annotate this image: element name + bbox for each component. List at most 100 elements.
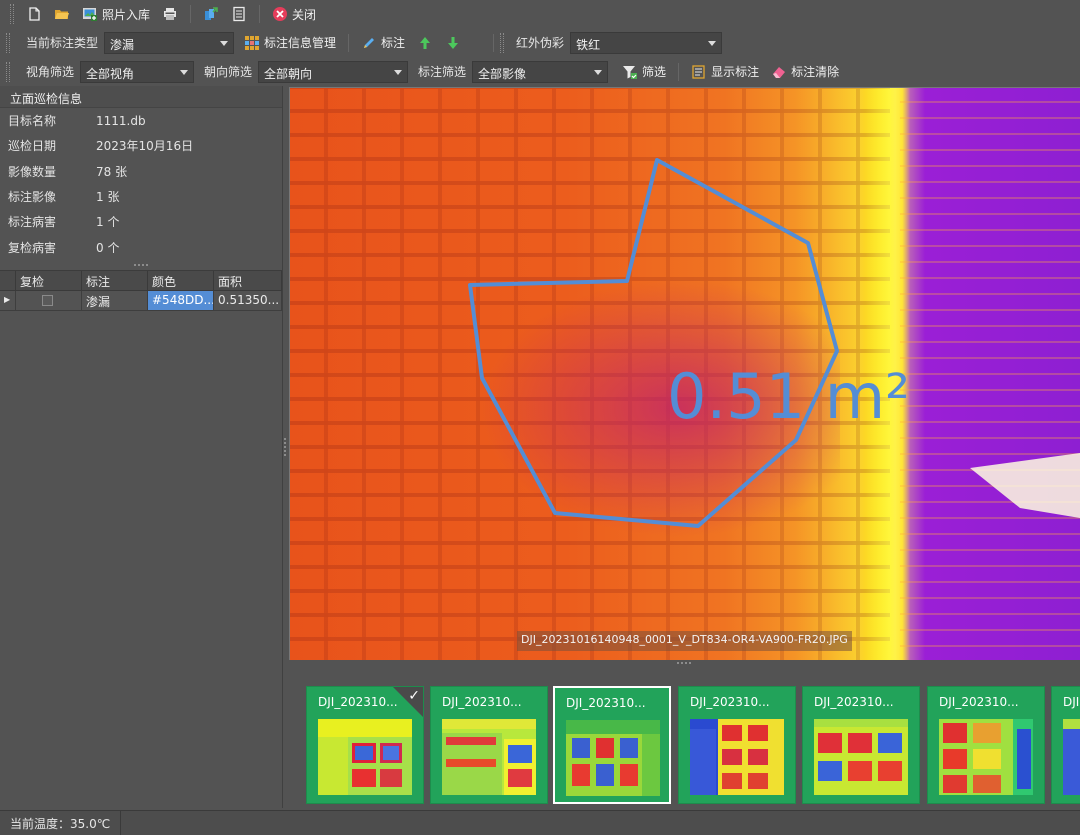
chevron-down-icon (594, 69, 603, 75)
info-key: 巡检日期 (8, 139, 57, 154)
arrow-up-icon (420, 36, 431, 49)
annotation-type-value: 渗漏 (110, 37, 135, 52)
angle-filter-select[interactable]: 全部视角 (80, 60, 195, 83)
palette-select[interactable]: 铁红 (570, 31, 723, 54)
thumbnail-name: DJI_202310... (442, 695, 522, 709)
toolbar-grip[interactable] (500, 32, 505, 53)
annotation-info-manage-button[interactable]: 标注信息管理 (238, 32, 342, 54)
toolbar-separator (493, 33, 495, 52)
thumbnail-strip: DJI_202310... ✓ DJI_202310... DJI_202310… (289, 670, 1080, 808)
left-panel: 立面巡检信息 目标名称 1111.db 巡检日期 2023年10月16日 影像数量 7… (0, 86, 283, 808)
info-key: 目标名称 (8, 114, 57, 129)
chevron-down-icon (180, 69, 189, 75)
orientation-filter-value: 全部朝向 (264, 66, 313, 81)
toolbar-separator (259, 5, 261, 23)
thumbnail-item[interactable]: DJI (1051, 686, 1080, 804)
temperature-readout: 当前温度：35.0℃ (0, 811, 122, 835)
thumbnail-item[interactable]: DJI_202310... (553, 686, 671, 804)
photo-import-label: 照片入库 (102, 7, 151, 22)
print-button[interactable] (156, 3, 184, 25)
area-measurement-text: 0.51 m² (667, 360, 910, 433)
thumbnail-name: DJI_202310... (690, 695, 770, 709)
show-annotation-icon (692, 64, 705, 79)
thermal-image-viewer[interactable]: 0.51 m² DJI_20231016140948_0001_V_DT834-… (289, 87, 1080, 660)
close-icon (273, 7, 288, 21)
thumbnail-image (442, 719, 536, 795)
folder-open-icon (55, 10, 69, 19)
chevron-down-icon (220, 40, 229, 46)
color-cell[interactable]: #548DD... (148, 290, 214, 311)
annotation-type-label: 当前标注类型 (26, 36, 99, 50)
checkmark-icon: ✓ (408, 688, 420, 704)
palette-value: 铁红 (576, 37, 601, 52)
open-folder-button[interactable] (48, 3, 76, 25)
arrow-down-icon (448, 36, 459, 49)
thumbnail-image (566, 720, 660, 796)
grid-header-label[interactable]: 标注 (82, 270, 148, 291)
grid-header-indicator (0, 270, 16, 291)
annotation-grid: 复检 标注 颜色 面积 ▶ 渗漏 #548DD... 0.51350... (0, 269, 282, 311)
thumbnail-splitter[interactable] (677, 662, 691, 666)
thumbnail-item[interactable]: DJI_202310... (802, 686, 920, 804)
annotation-info-manage-label: 标注信息管理 (264, 36, 337, 50)
thumbnail-name: DJI_202310... (814, 695, 894, 709)
grid-header-area[interactable]: 面积 (214, 270, 282, 291)
grid-header: 复检 标注 颜色 面积 (0, 270, 282, 291)
thumbnail-item[interactable]: DJI_202310... ✓ (306, 686, 424, 804)
panel-splitter[interactable] (0, 260, 282, 270)
recheck-checkbox[interactable] (42, 294, 53, 306)
filter-icon (623, 65, 638, 79)
photo-import-button[interactable]: 照片入库 (76, 3, 156, 25)
grid-header-color[interactable]: 颜色 (148, 270, 214, 291)
status-bar: 当前温度：35.0℃ (0, 810, 1080, 835)
thumbnail-item[interactable]: DJI_202310... (678, 686, 796, 804)
info-key: 影像数量 (8, 164, 57, 179)
toolbar-grip[interactable] (10, 4, 14, 24)
angle-filter-label: 视角筛选 (26, 65, 75, 79)
grid-header-recheck[interactable]: 复检 (16, 270, 82, 291)
filter-toolbar: 视角筛选 全部视角 朝向筛选 全部朝向 标注筛选 全部影像 筛选 显示标注 标注… (0, 57, 1080, 86)
orientation-filter-select[interactable]: 全部朝向 (258, 60, 409, 83)
filter-button[interactable]: 筛选 (616, 61, 672, 83)
info-list: 目标名称 1111.db 巡检日期 2023年10月16日 影像数量 78 张 标注影… (0, 108, 282, 260)
annotation-filter-select[interactable]: 全部影像 (472, 60, 609, 83)
toolbar-grip[interactable] (6, 32, 10, 53)
annotation-toolbar: 当前标注类型 渗漏 标注信息管理 标注 红外伪彩 铁红 (0, 28, 1080, 57)
annotation-filter-label: 标注筛选 (418, 65, 467, 79)
info-key: 标注影像 (8, 190, 57, 205)
thumbnail-item[interactable]: DJI_202310... (927, 686, 1045, 804)
toolbar-grip[interactable] (6, 61, 10, 82)
clear-annotations-button[interactable]: 标注清除 (765, 61, 845, 83)
recheck-cell[interactable] (16, 290, 82, 311)
info-row-target-name: 目标名称 1111.db (0, 108, 282, 133)
annotation-overlay: 0.51 m² (468, 158, 1080, 528)
chevron-down-icon (394, 69, 403, 75)
thumbnail-image (814, 719, 908, 795)
move-up-button[interactable] (411, 32, 439, 54)
new-file-button[interactable] (20, 3, 48, 25)
chevron-down-icon (708, 40, 717, 46)
move-down-button[interactable] (439, 32, 467, 54)
show-annotations-button[interactable]: 显示标注 (685, 61, 765, 83)
info-value: 1 张 (96, 190, 120, 205)
palette-label: 红外伪彩 (516, 36, 565, 50)
eraser-icon (773, 66, 786, 78)
close-button[interactable]: 关闭 (266, 3, 322, 25)
annotate-button[interactable]: 标注 (355, 32, 411, 54)
table-row[interactable]: ▶ 渗漏 #548DD... 0.51350... (0, 290, 282, 311)
area-cell[interactable]: 0.51350... (214, 290, 282, 311)
export-button[interactable] (197, 3, 225, 25)
show-annotations-label: 显示标注 (711, 65, 760, 79)
app-window: 照片入库 关闭 当前标注类型 渗漏 标注信息管理 标注 红外伪彩 铁红 视角筛选… (0, 0, 1080, 835)
annotation-type-select[interactable]: 渗漏 (104, 31, 235, 54)
thumbnail-item[interactable]: DJI_202310... (430, 686, 548, 804)
leak-annotation-polygon[interactable] (468, 158, 839, 528)
thumbnail-name: DJI_202310... (318, 695, 398, 709)
label-cell[interactable]: 渗漏 (82, 290, 148, 311)
document-icon (233, 6, 245, 22)
annotation-filter-value: 全部影像 (478, 66, 527, 81)
report-button[interactable] (225, 3, 253, 25)
info-row-image-count: 影像数量 78 张 (0, 159, 282, 184)
annotate-label: 标注 (381, 36, 406, 50)
photo-import-icon (83, 8, 97, 21)
